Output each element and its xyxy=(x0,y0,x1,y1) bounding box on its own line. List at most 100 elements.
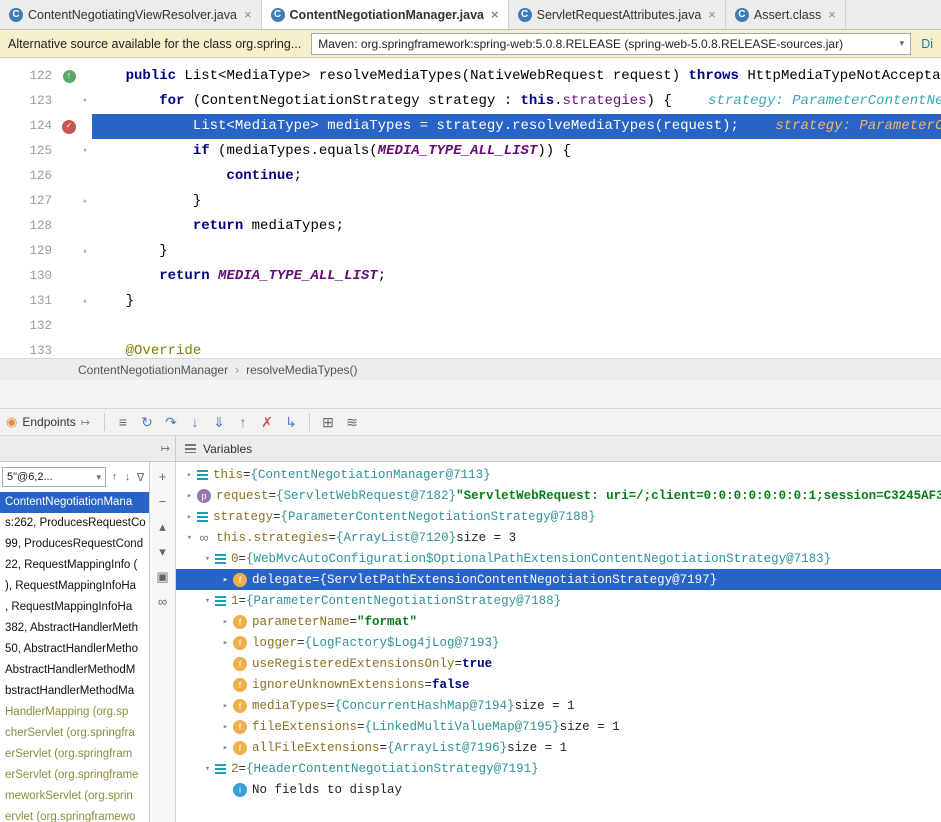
remove-watch-icon[interactable]: − xyxy=(159,495,167,508)
code-line[interactable]: 123▾ for (ContentNegotiationStrategy str… xyxy=(0,89,941,114)
fold-collapse-icon[interactable]: ▾ xyxy=(78,139,92,164)
tree-chevron-icon[interactable]: ▸ xyxy=(182,491,197,501)
frame-item[interactable]: cherServlet (org.springfra xyxy=(0,723,149,744)
breadcrumb-item[interactable]: resolveMediaTypes() xyxy=(246,363,357,377)
close-icon[interactable]: × xyxy=(708,8,716,21)
variable-row[interactable]: ▸prequest = {ServletWebRequest@7182} "Se… xyxy=(176,485,941,506)
frame-up-icon[interactable]: ↑ xyxy=(108,471,121,483)
step-into-icon[interactable]: ↓ xyxy=(183,411,207,433)
variable-row[interactable]: ▾2 = {HeaderContentNegotiationStrategy@7… xyxy=(176,758,941,779)
frame-item[interactable]: ), RequestMappingInfoHa xyxy=(0,576,149,597)
tree-chevron-icon[interactable]: ▸ xyxy=(218,638,233,648)
frame-item[interactable]: s:262, ProducesRequestCo xyxy=(0,513,149,534)
code-line[interactable]: 124✓ List<MediaType> mediaTypes = strate… xyxy=(0,114,941,139)
endpoints-tab-label[interactable]: Endpoints xyxy=(22,415,75,429)
breakpoint-icon[interactable]: ✓ xyxy=(62,120,76,134)
fold-expand-icon[interactable]: ▴ xyxy=(78,239,92,264)
variable-row[interactable]: iNo fields to display xyxy=(176,779,941,800)
fold-collapse-icon[interactable]: ▾ xyxy=(78,89,92,114)
variable-row[interactable]: ▸ffileExtensions = {LinkedMultiValueMap@… xyxy=(176,716,941,737)
code-line[interactable]: 122↑ public List<MediaType> resolveMedia… xyxy=(0,64,941,89)
tab-bar: CContentNegotiatingViewResolver.java×CCo… xyxy=(0,0,941,30)
variable-row[interactable]: fignoreUnknownExtensions = false xyxy=(176,674,941,695)
code-line[interactable]: 133 @Override xyxy=(0,339,941,358)
tree-chevron-icon[interactable]: ▾ xyxy=(200,764,215,774)
variable-row[interactable]: ▸fmediaTypes = {ConcurrentHashMap@7194} … xyxy=(176,695,941,716)
frame-item[interactable]: meworkServlet (org.sprin xyxy=(0,786,149,807)
variable-row[interactable]: fuseRegisteredExtensionsOnly = true xyxy=(176,653,941,674)
tree-chevron-icon[interactable]: ▸ xyxy=(218,701,233,711)
view-breakpoints-icon[interactable]: ⊞ xyxy=(316,411,340,433)
code-line[interactable]: 129▴ } xyxy=(0,239,941,264)
tree-chevron-icon[interactable]: ▸ xyxy=(218,617,233,627)
frame-item[interactable]: bstractHandlerMethodMa xyxy=(0,681,149,702)
tree-chevron-icon[interactable]: ▸ xyxy=(218,575,233,585)
breadcrumb-item[interactable]: ContentNegotiationManager xyxy=(78,363,228,377)
frame-item[interactable]: HandlerMapping (org.sp xyxy=(0,702,149,723)
drop-frame-icon[interactable]: ✗ xyxy=(255,411,279,433)
frame-item[interactable]: erServlet (org.springfram xyxy=(0,744,149,765)
frame-item[interactable]: 99, ProducesRequestCond xyxy=(0,534,149,555)
filter-icon[interactable]: ∇ xyxy=(134,471,147,484)
copy-icon[interactable]: ▣ xyxy=(156,570,168,583)
disable-link[interactable]: Di xyxy=(921,37,933,51)
scroll-down-icon[interactable]: ▾ xyxy=(159,545,166,558)
frame-item[interactable]: 22, RequestMappingInfo ( xyxy=(0,555,149,576)
rerun-icon[interactable]: ↻ xyxy=(135,411,159,433)
close-icon[interactable]: × xyxy=(244,8,252,21)
mute-breakpoints-icon[interactable]: ≋ xyxy=(340,411,364,433)
editor-tab[interactable]: CContentNegotiationManager.java× xyxy=(262,0,509,29)
tree-chevron-icon[interactable]: ▸ xyxy=(182,470,197,480)
code-line[interactable]: 130 return MEDIA_TYPE_ALL_LIST; xyxy=(0,264,941,289)
code-line[interactable]: 131▴ } xyxy=(0,289,941,314)
editor-tab[interactable]: CServletRequestAttributes.java× xyxy=(509,0,726,29)
frame-item[interactable]: 50, AbstractHandlerMetho xyxy=(0,639,149,660)
override-marker-icon[interactable]: ↑ xyxy=(63,70,76,83)
tree-chevron-icon[interactable]: ▾ xyxy=(182,533,197,543)
step-over-icon[interactable]: ↷ xyxy=(159,411,183,433)
variable-row[interactable]: ▾0 = {WebMvcAutoConfiguration$OptionalPa… xyxy=(176,548,941,569)
frame-item[interactable]: AbstractHandlerMethodM xyxy=(0,660,149,681)
frame-down-icon[interactable]: ↓ xyxy=(121,471,134,483)
tree-chevron-icon[interactable]: ▾ xyxy=(200,596,215,606)
fold-expand-icon[interactable]: ▴ xyxy=(78,289,92,314)
close-icon[interactable]: × xyxy=(828,8,836,21)
step-out-icon[interactable]: ↑ xyxy=(231,411,255,433)
layout-menu-icon[interactable]: ≡ xyxy=(111,411,135,433)
editor-tab[interactable]: CAssert.class× xyxy=(726,0,846,29)
tree-chevron-icon[interactable]: ▸ xyxy=(218,743,233,753)
frame-item[interactable]: , RequestMappingInfoHa xyxy=(0,597,149,618)
variable-row[interactable]: ▸fallFileExtensions = {ArrayList@7196} s… xyxy=(176,737,941,758)
close-icon[interactable]: × xyxy=(491,8,499,21)
source-jar-dropdown[interactable]: Maven: org.springframework:spring-web:5.… xyxy=(311,33,911,55)
variable-row[interactable]: ▾∞this.strategies = {ArrayList@7120} siz… xyxy=(176,527,941,548)
show-watches-icon[interactable]: ∞ xyxy=(158,595,167,608)
tree-chevron-icon[interactable]: ▸ xyxy=(182,512,197,522)
code-line[interactable]: 127▴ } xyxy=(0,189,941,214)
frame-item[interactable]: ervlet (org.springframewo xyxy=(0,807,149,822)
code-line[interactable]: 126 continue; xyxy=(0,164,941,189)
run-to-cursor-icon[interactable]: ↳ xyxy=(279,411,303,433)
variable-row[interactable]: ▾1 = {ParameterContentNegotiationStrateg… xyxy=(176,590,941,611)
force-step-into-icon[interactable]: ⇓ xyxy=(207,411,231,433)
editor-tab[interactable]: CContentNegotiatingViewResolver.java× xyxy=(0,0,262,29)
variable-row[interactable]: ▸flogger = {LogFactory$Log4jLog@7193} xyxy=(176,632,941,653)
add-watch-icon[interactable]: + xyxy=(159,470,167,483)
variable-row[interactable]: ▸strategy = {ParameterContentNegotiation… xyxy=(176,506,941,527)
frame-item[interactable]: ContentNegotiationMana xyxy=(0,492,149,513)
code-line[interactable]: 132 xyxy=(0,314,941,339)
variable-row[interactable]: ▸this = {ContentNegotiationManager@7113} xyxy=(176,464,941,485)
variable-row[interactable]: ▸fdelegate = {ServletPathExtensionConten… xyxy=(176,569,941,590)
tree-chevron-icon[interactable]: ▸ xyxy=(218,722,233,732)
code-line[interactable]: 125▾ if (mediaTypes.equals(MEDIA_TYPE_AL… xyxy=(0,139,941,164)
variable-row[interactable]: ▸fparameterName = "format" xyxy=(176,611,941,632)
tree-chevron-icon[interactable]: ▾ xyxy=(200,554,215,564)
code-line[interactable]: 128 return mediaTypes; xyxy=(0,214,941,239)
frame-item[interactable]: 382, AbstractHandlerMeth xyxy=(0,618,149,639)
scroll-up-icon[interactable]: ▴ xyxy=(159,520,166,533)
thread-dropdown[interactable]: 5"@6,2... ▾ xyxy=(2,467,106,487)
fold-expand-icon[interactable]: ▴ xyxy=(78,189,92,214)
hide-panel-icon[interactable]: ↦ xyxy=(161,442,170,455)
frame-item[interactable]: erServlet (org.springframe xyxy=(0,765,149,786)
code-editor[interactable]: 122↑ public List<MediaType> resolveMedia… xyxy=(0,58,941,358)
